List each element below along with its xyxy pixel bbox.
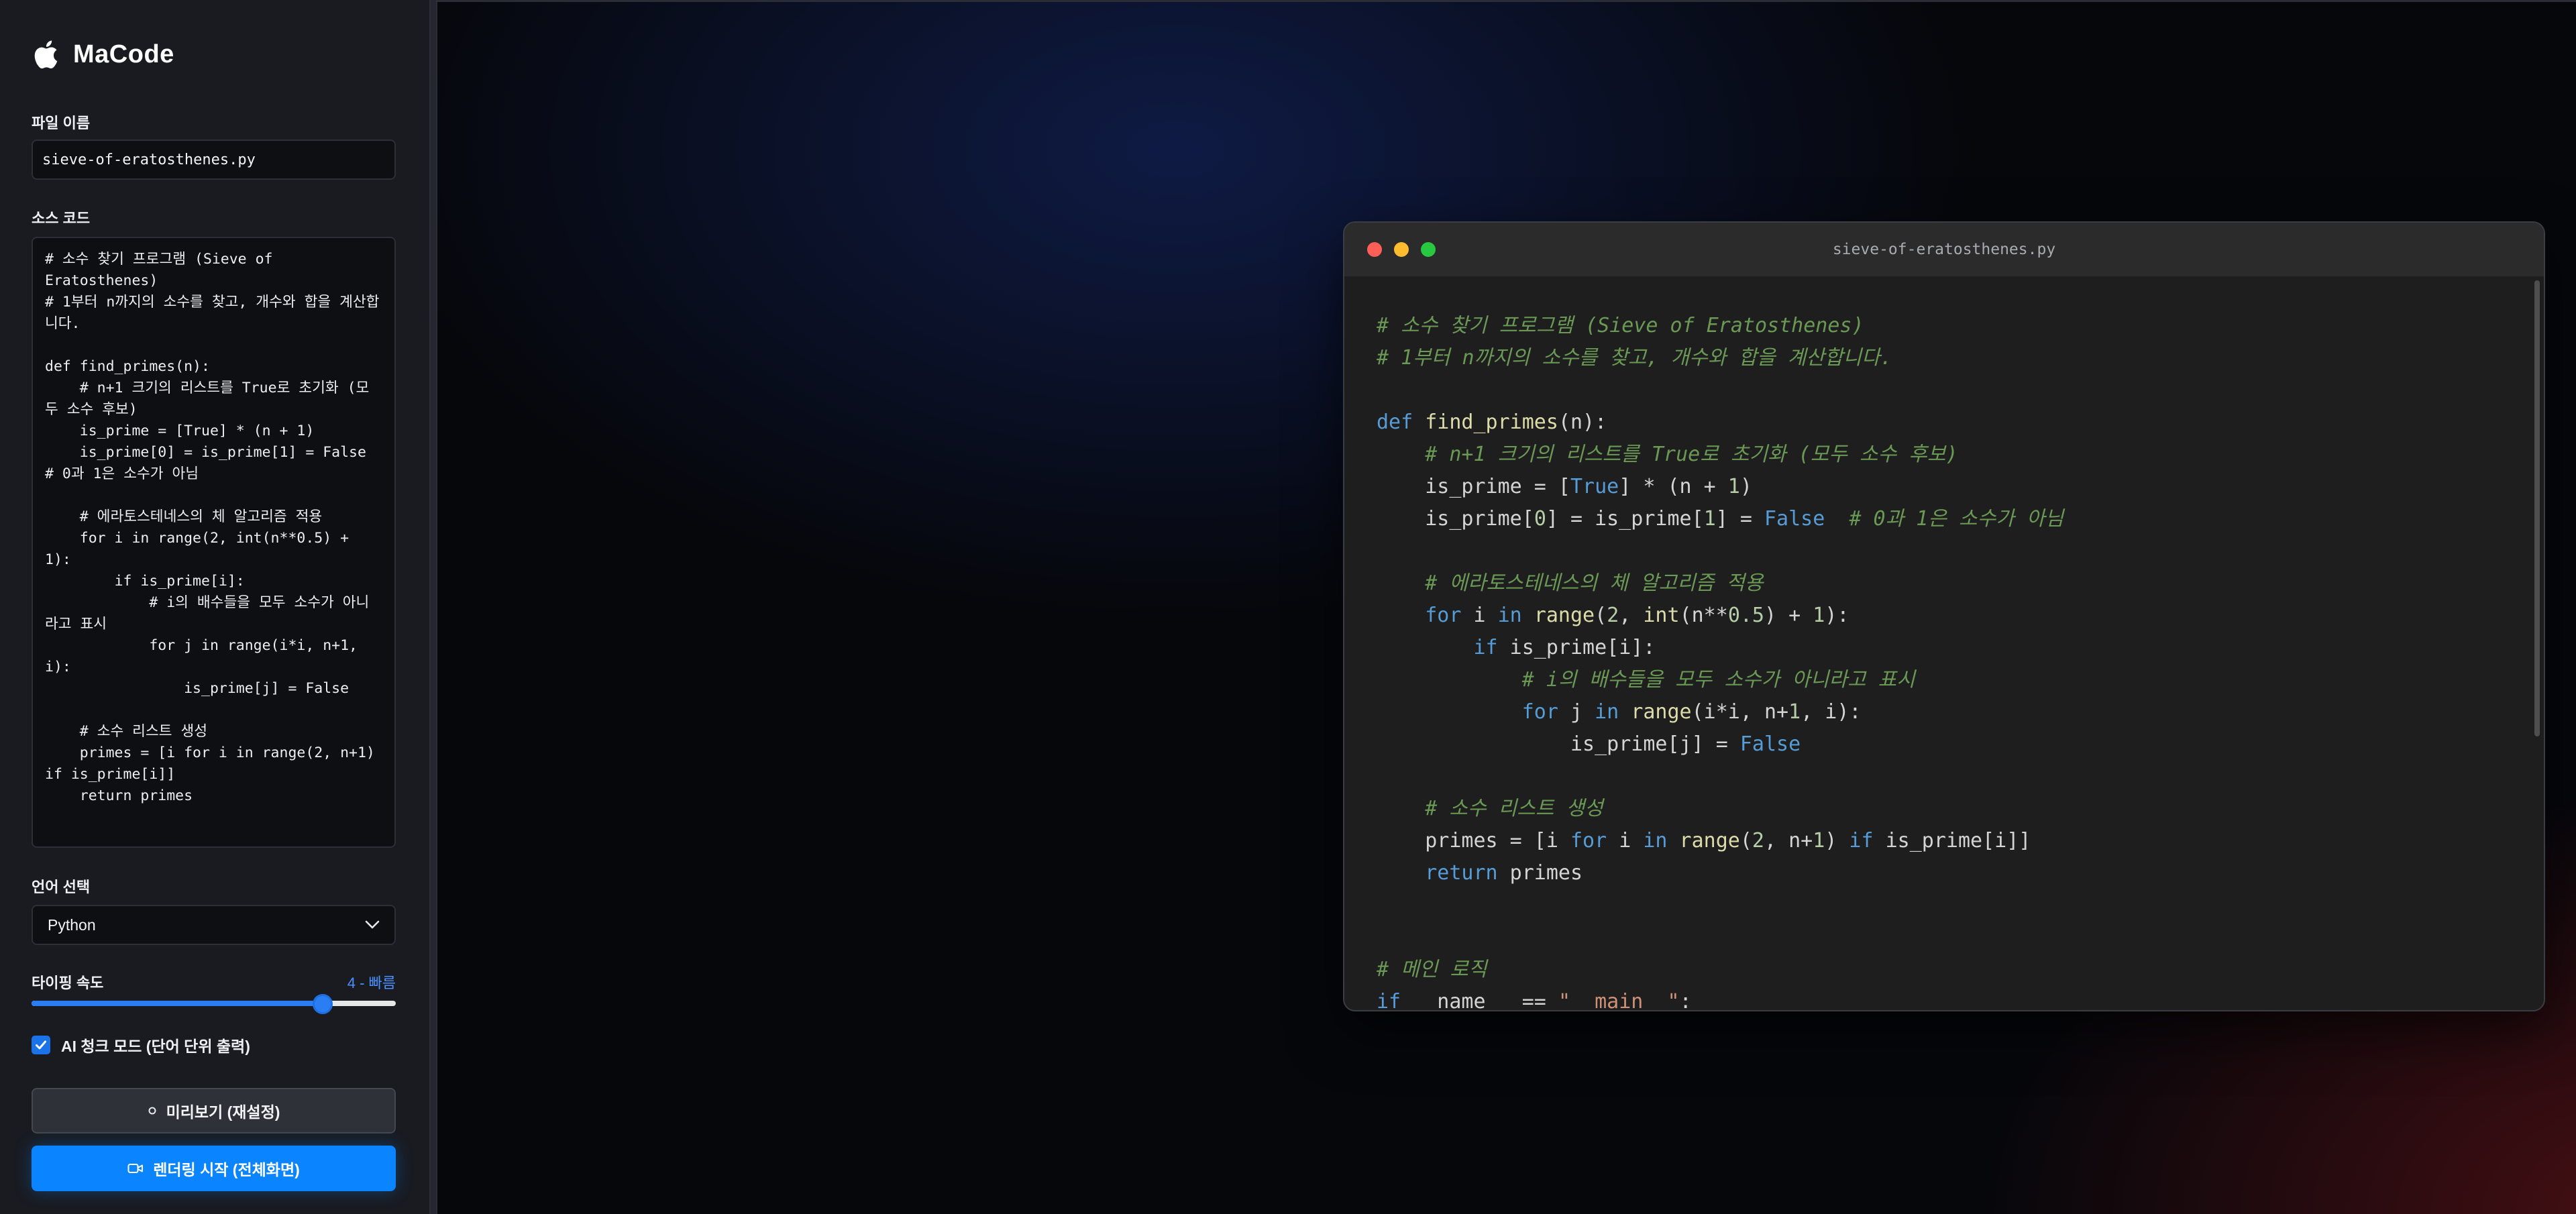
language-label: 언어 선택 [32,879,91,895]
ai-chunk-mode-row[interactable]: AI 청크 모드 (단어 단위 출력) [32,1034,250,1056]
render-start-button[interactable]: 렌더링 시작 (전체화면) [32,1146,396,1191]
language-select[interactable]: Python [32,905,396,945]
ai-chunk-checkbox[interactable] [32,1036,50,1054]
preview-stage: sieve-of-eratosthenes.py # 소수 찾기 프로그램 (S… [437,0,2576,1214]
window-title: sieve-of-eratosthenes.py [1832,241,2056,258]
code-window: sieve-of-eratosthenes.py # 소수 찾기 프로그램 (S… [1343,221,2545,1011]
filename-label: 파일 이름 [32,115,91,131]
apple-logo-icon [34,40,58,69]
editor-scrollbar[interactable] [2534,280,2540,736]
render-button-label: 렌더링 시작 (전체화면) [153,1161,300,1178]
video-camera-icon [127,1164,144,1173]
checkmark-icon [36,1040,46,1050]
app-name: MaCode [73,40,174,68]
slider-thumb[interactable] [313,994,333,1014]
typing-speed-row: 타이핑 속도 4 - 빠름 [32,971,396,993]
source-code-label: 소스 코드 [32,210,91,227]
preview-button-label: 미리보기 (재설정) [166,1103,280,1121]
window-controls [1367,242,1448,257]
chevron-down-icon [365,920,380,929]
panel-splitter[interactable] [429,0,437,1214]
ai-chunk-label: AI 청크 모드 (단어 단위 출력) [61,1038,250,1055]
maximize-dot-icon [1421,242,1436,257]
language-selected-value: Python [48,916,96,934]
brand: MaCode [32,28,398,80]
typing-speed-slider[interactable] [32,994,396,1014]
sidebar: MaCode 파일 이름 소스 코드 # 소수 찾기 프로그램 (Sieve o… [0,0,429,1214]
typing-speed-value: 4 - 빠름 [347,975,396,991]
circle-icon [148,1107,156,1115]
typing-speed-label: 타이핑 속도 [32,975,104,991]
window-titlebar: sieve-of-eratosthenes.py [1344,223,2544,276]
filename-input[interactable] [32,140,396,180]
minimize-dot-icon [1394,242,1409,257]
highlighted-code: # 소수 찾기 프로그램 (Sieve of Eratosthenes) # 1… [1377,314,2064,1011]
slider-fill [32,1001,323,1006]
preview-reset-button[interactable]: 미리보기 (재설정) [32,1088,396,1134]
close-dot-icon [1367,242,1382,257]
source-code-textarea[interactable]: # 소수 찾기 프로그램 (Sieve of Eratosthenes) # 1… [32,237,396,848]
